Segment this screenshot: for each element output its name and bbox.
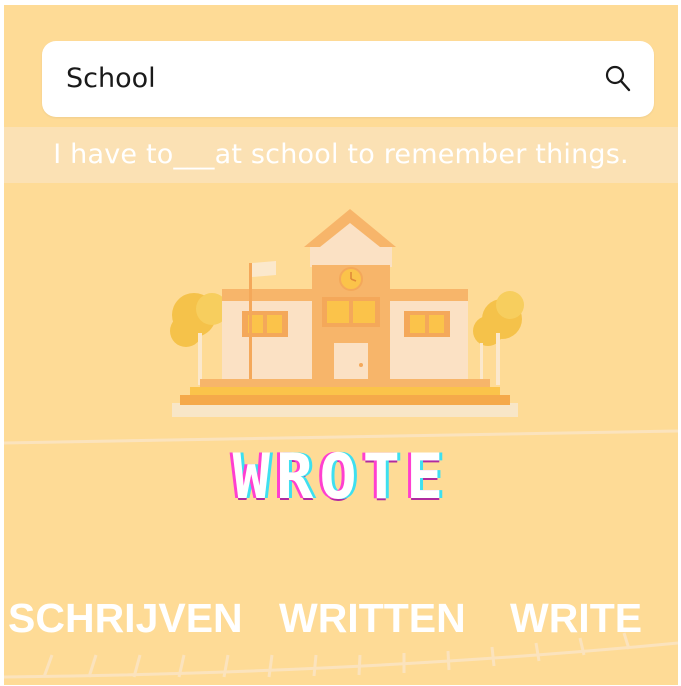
option-written[interactable]: WRITTEN bbox=[279, 593, 466, 643]
search-icon[interactable] bbox=[602, 63, 634, 95]
sentence-band: I have to___at school to remember things… bbox=[4, 127, 678, 183]
fill-in-sentence: I have to___at school to remember things… bbox=[53, 139, 629, 170]
answer-word-text: WROTE bbox=[232, 440, 450, 513]
search-input[interactable]: School bbox=[66, 61, 156, 97]
answer-word: WROTE bbox=[4, 437, 678, 517]
word-card: School I have to___at school to remember… bbox=[4, 5, 678, 685]
option-schrijven[interactable]: SCHRIJVEN bbox=[8, 593, 243, 643]
search-bar[interactable]: School bbox=[42, 41, 654, 117]
option-write[interactable]: WRITE bbox=[510, 593, 642, 643]
word-options: SCHRIJVEN WRITTEN WRITE bbox=[4, 593, 678, 643]
school-building-illustration bbox=[164, 203, 524, 421]
